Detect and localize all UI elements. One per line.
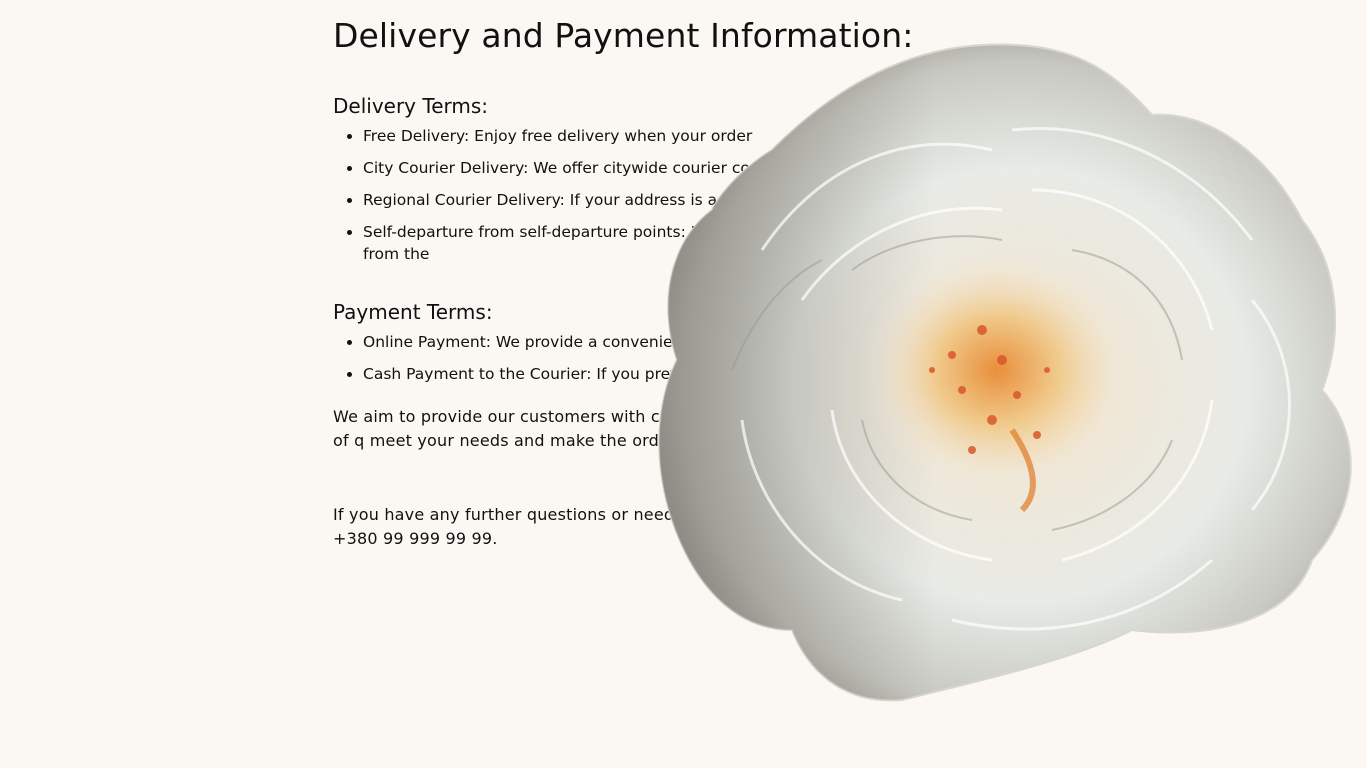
- rose-image: [658, 43, 1352, 702]
- delivery-payment-page: Delivery and Payment Information: Delive…: [0, 0, 1366, 768]
